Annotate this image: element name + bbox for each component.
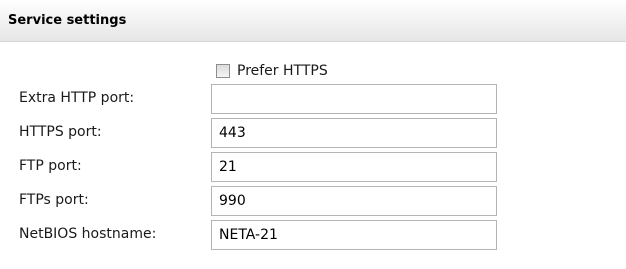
https-port-label: HTTPS port: <box>19 124 102 140</box>
extra-http-port-row: Extra HTTP port: <box>0 84 626 114</box>
https-port-row: HTTPS port: <box>0 118 626 148</box>
service-settings-panel: Service settings Prefer HTTPS Extra HTTP… <box>0 0 626 269</box>
ftp-port-row: FTP port: <box>0 152 626 182</box>
ftps-port-row: FTPs port: <box>0 186 626 216</box>
prefer-https-label: Prefer HTTPS <box>237 63 328 79</box>
panel-title: Service settings <box>8 13 127 28</box>
ftps-port-input[interactable] <box>211 186 497 216</box>
extra-http-port-label: Extra HTTP port: <box>19 90 135 106</box>
netbios-hostname-row: NetBIOS hostname: <box>0 220 626 250</box>
panel-header: Service settings <box>0 0 626 42</box>
extra-http-port-input[interactable] <box>211 84 497 114</box>
ftps-port-label: FTPs port: <box>19 192 89 208</box>
ftp-port-label: FTP port: <box>19 158 82 174</box>
netbios-hostname-label: NetBIOS hostname: <box>19 226 157 242</box>
ftp-port-input[interactable] <box>211 152 497 182</box>
netbios-hostname-input[interactable] <box>211 220 497 250</box>
prefer-https-checkbox-box[interactable] <box>216 64 230 78</box>
https-port-input[interactable] <box>211 118 497 148</box>
prefer-https-checkbox[interactable]: Prefer HTTPS <box>216 63 328 79</box>
